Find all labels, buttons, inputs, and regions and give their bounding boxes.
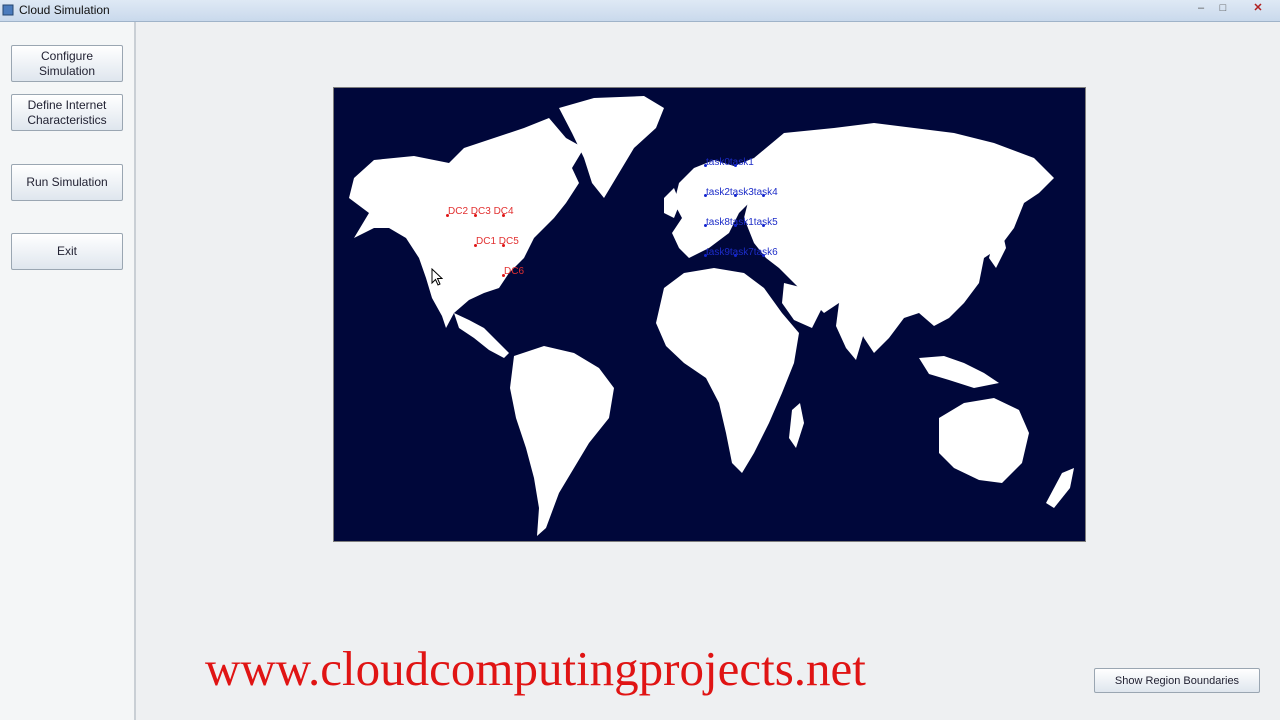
website-url-watermark: www.cloudcomputingprojects.net (205, 641, 866, 696)
task-label: task9task7task6 (706, 247, 778, 258)
north-america-land (349, 118, 584, 328)
task-label: task2task3task4 (706, 187, 778, 198)
show-region-boundaries-button[interactable]: Show Region Boundaries (1094, 668, 1260, 693)
madagascar-land (789, 403, 804, 448)
define-internet-characteristics-button[interactable]: Define Internet Characteristics (11, 94, 123, 131)
configure-simulation-button[interactable]: Configure Simulation (11, 45, 123, 82)
australia-land (939, 398, 1029, 483)
title-bar: Cloud Simulation – □ ✕ (0, 0, 1280, 22)
run-simulation-button[interactable]: Run Simulation (11, 164, 123, 201)
datacenter-label: DC2 DC3 DC4 (448, 206, 514, 217)
close-button[interactable]: ✕ (1238, 1, 1278, 16)
maximize-button[interactable]: □ (1214, 1, 1232, 16)
central-america-land (454, 313, 509, 358)
datacenter-label: DC6 (504, 266, 525, 277)
new-zealand-land (1046, 468, 1074, 508)
app-icon (2, 4, 14, 16)
asia-land (744, 123, 1054, 353)
south-america-land (510, 346, 614, 536)
indonesia-land (919, 356, 999, 388)
datacenter-label: DC1 DC5 (476, 236, 519, 247)
minimize-button[interactable]: – (1192, 1, 1210, 16)
exit-button[interactable]: Exit (11, 233, 123, 270)
window-title: Cloud Simulation (19, 3, 110, 17)
task-label: task0task1 (706, 157, 754, 168)
task-label: task8task1task5 (706, 217, 778, 228)
mouse-cursor-icon (431, 268, 443, 286)
sidebar: Configure Simulation Define Internet Cha… (0, 22, 136, 720)
world-map[interactable]: DC2 DC3 DC4 DC1 DC5 DC6 task0task1 task2… (333, 87, 1086, 542)
africa-land (656, 268, 799, 473)
